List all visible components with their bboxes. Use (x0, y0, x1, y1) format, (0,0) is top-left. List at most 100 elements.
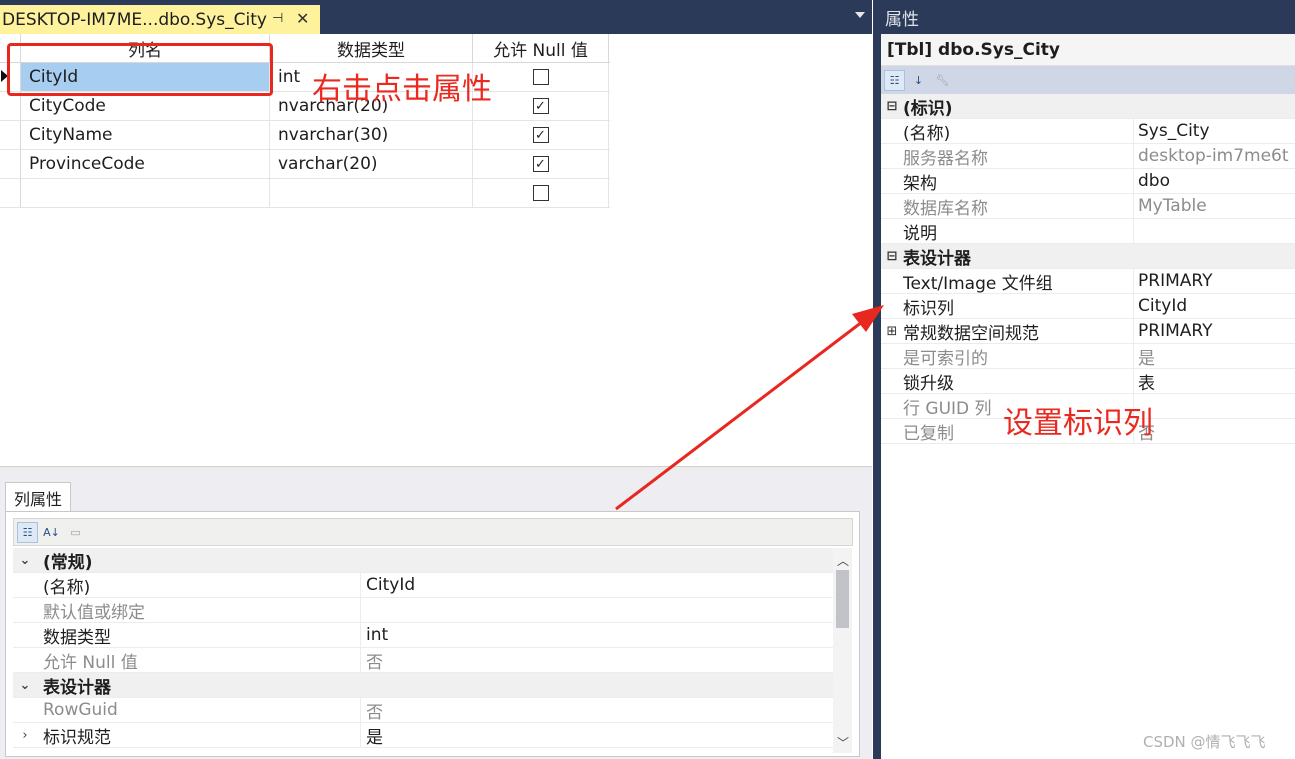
row-selector[interactable] (0, 150, 21, 178)
property-category-row[interactable]: ⊟ (标识) (881, 94, 1295, 119)
property-value[interactable]: dbo (1134, 169, 1295, 193)
property-value[interactable]: 是 (1134, 344, 1295, 369)
table-row[interactable] (0, 179, 610, 208)
property-value[interactable]: MyTable (1134, 194, 1295, 218)
alphabetical-sort-icon[interactable]: A↓ (41, 522, 62, 543)
property-row[interactable]: (名称) CityId (13, 573, 833, 598)
property-category-row[interactable]: ⌄ 表设计器 (13, 673, 833, 698)
table-row[interactable]: CityCode nvarchar(20) ✓ (0, 92, 610, 121)
property-category-row[interactable]: ⊟ 表设计器 (881, 244, 1295, 269)
property-value (361, 673, 833, 697)
data-type-cell[interactable] (270, 179, 473, 207)
property-value[interactable]: CityId (361, 573, 833, 597)
property-row[interactable]: 允许 Null 值否 (13, 648, 833, 673)
data-type-cell[interactable]: varchar(20) (270, 150, 473, 178)
property-value[interactable]: 表 (1134, 369, 1295, 394)
property-indent (881, 369, 903, 393)
column-name-cell[interactable]: CityCode (21, 92, 270, 120)
table-designer-document: DESKTOP-IM7ME...dbo.Sys_City ⊣ ✕ 列名 数据类型… (0, 0, 872, 759)
property-row[interactable]: RowGuid 否 (13, 698, 833, 723)
property-row[interactable]: 服务器名称 desktop-im7me6t (881, 144, 1295, 169)
scroll-thumb[interactable] (836, 570, 849, 628)
property-row[interactable]: 是可索引的是 (881, 344, 1295, 369)
property-value[interactable] (361, 598, 833, 622)
allow-null-cell[interactable]: ✓ (473, 121, 609, 149)
property-category-row[interactable]: ⌄ (常规) (13, 548, 833, 573)
property-value[interactable] (1134, 394, 1295, 418)
column-name-cell[interactable]: CityName (21, 121, 270, 149)
property-row[interactable]: 默认值或绑定 (13, 598, 833, 623)
property-value[interactable]: CityId (1134, 294, 1295, 318)
document-tab[interactable]: DESKTOP-IM7ME...dbo.Sys_City ⊣ ✕ (0, 5, 320, 34)
property-row[interactable]: 标识列 CityId (881, 294, 1295, 319)
properties-object-title[interactable]: [Tbl] dbo.Sys_City (881, 34, 1295, 66)
header-data-type[interactable]: 数据类型 (270, 34, 473, 62)
data-type-cell[interactable]: nvarchar(30) (270, 121, 473, 149)
property-indent (881, 394, 903, 418)
tab-column-properties[interactable]: 列属性 (5, 482, 71, 512)
row-selector[interactable] (0, 92, 21, 120)
table-row[interactable]: ProvinceCode varchar(20) ✓ (0, 150, 610, 179)
column-properties-scrollbar[interactable]: ︿ ﹀ (833, 548, 852, 753)
property-row[interactable]: (名称) Sys_City (881, 119, 1295, 144)
allow-null-cell[interactable]: ✓ (473, 92, 609, 120)
expand-icon[interactable]: ⌄ (13, 553, 37, 568)
document-tab-title: DESKTOP-IM7ME...dbo.Sys_City (2, 9, 267, 30)
property-pages-icon[interactable]: ▭ (65, 522, 86, 543)
property-value[interactable]: 否 (361, 648, 833, 673)
property-row[interactable]: 架构 dbo (881, 169, 1295, 194)
close-icon[interactable]: ✕ (296, 9, 309, 28)
pin-icon[interactable]: ⊣ (272, 11, 283, 26)
property-row[interactable]: Text/Image 文件组 PRIMARY (881, 269, 1295, 294)
allow-null-checkbox[interactable]: ✓ (532, 127, 549, 143)
table-row[interactable]: CityName nvarchar(30) ✓ (0, 121, 610, 150)
column-name-cell[interactable]: ProvinceCode (21, 150, 270, 178)
scroll-up-icon[interactable]: ︿ (837, 552, 849, 569)
expand-icon[interactable]: ⊟ (881, 94, 903, 118)
expand-icon[interactable]: ⊞ (881, 319, 903, 343)
property-value[interactable] (1134, 219, 1295, 243)
wrench-icon[interactable]: 🔧︎ (932, 70, 953, 91)
categorized-view-icon[interactable]: ☷ (884, 69, 905, 91)
properties-toolbar: ☷ ↓ 🔧︎ (881, 66, 1295, 94)
expand-icon[interactable]: ⌄ (13, 678, 37, 693)
property-value[interactable]: 是 (361, 723, 833, 748)
property-value[interactable]: 否 (361, 698, 833, 723)
property-indent (881, 294, 903, 318)
allow-null-checkbox[interactable] (532, 185, 549, 201)
alphabetical-sort-icon[interactable]: ↓ (908, 70, 929, 91)
allow-null-checkbox[interactable]: ✓ (532, 156, 549, 172)
allow-null-cell[interactable] (473, 63, 609, 91)
property-row[interactable]: 数据库名称 MyTable (881, 194, 1295, 219)
property-row[interactable]: ⊞ 常规数据空间规范 PRIMARY (881, 319, 1295, 344)
property-name: (标识) (903, 98, 953, 119)
property-row[interactable]: › 标识规范是 (13, 723, 833, 748)
tab-dropdown-icon[interactable] (855, 12, 865, 18)
scroll-down-icon[interactable]: ﹀ (837, 734, 849, 751)
column-properties-toolbar: ☷ A↓ ▭ (13, 518, 853, 546)
property-name: 表设计器 (903, 248, 971, 269)
header-allow-null[interactable]: 允许 Null 值 (473, 34, 609, 62)
row-selector[interactable] (0, 179, 21, 207)
property-row[interactable]: 锁升级表 (881, 369, 1295, 394)
allow-null-checkbox[interactable]: ✓ (532, 98, 549, 114)
property-value[interactable]: PRIMARY (1134, 269, 1295, 293)
categorized-view-icon[interactable]: ☷ (17, 521, 38, 543)
property-value[interactable]: int (361, 623, 833, 647)
allow-null-cell[interactable] (473, 179, 609, 207)
property-value[interactable]: 否 (1134, 419, 1295, 444)
property-value[interactable]: desktop-im7me6t (1134, 144, 1295, 168)
property-name: Text/Image 文件组 (903, 269, 1134, 294)
column-name-cell[interactable] (21, 179, 270, 207)
property-name: 表设计器 (43, 677, 111, 698)
row-selector[interactable] (0, 121, 21, 149)
expand-icon[interactable]: ⊟ (881, 244, 903, 268)
property-row[interactable]: 数据类型 int (13, 623, 833, 648)
allow-null-checkbox[interactable] (532, 69, 549, 85)
expand-icon[interactable]: › (13, 728, 37, 743)
property-name: 标识列 (903, 294, 1134, 319)
property-value[interactable]: Sys_City (1134, 119, 1295, 143)
property-value[interactable]: PRIMARY (1134, 319, 1295, 343)
property-row[interactable]: 说明 (881, 219, 1295, 244)
allow-null-cell[interactable]: ✓ (473, 150, 609, 178)
